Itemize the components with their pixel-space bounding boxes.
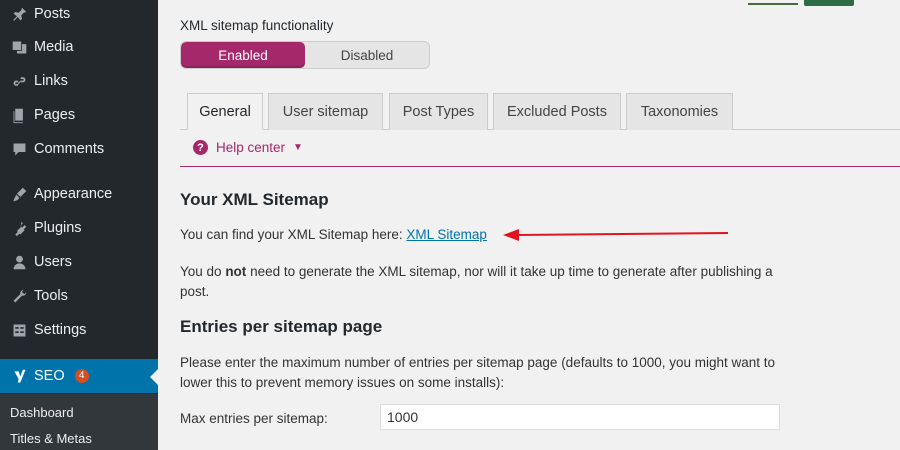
toggle-disabled-option[interactable]: Disabled: [305, 42, 429, 68]
comment-icon: [8, 141, 30, 158]
sidebar-item-label: Settings: [34, 322, 87, 338]
sidebar-item-users[interactable]: Users: [0, 247, 158, 277]
red-arrow-annotation: [503, 229, 729, 241]
sidebar-item-label: Tools: [34, 288, 68, 304]
user-icon: [8, 254, 30, 271]
tab-excluded-posts[interactable]: Excluded Posts: [493, 93, 621, 130]
active-indicator: [150, 369, 158, 385]
link-icon: [8, 73, 30, 90]
tab-general[interactable]: General: [187, 93, 263, 130]
sidebar-item-label: Posts: [34, 6, 71, 22]
sidebar-item-label: Appearance: [34, 186, 113, 202]
sidebar-item-settings[interactable]: Settings: [0, 315, 158, 345]
tab-taxonomies[interactable]: Taxonomies: [626, 93, 733, 130]
sidebar-item-label: Links: [34, 73, 68, 89]
update-count-badge: 4: [72, 367, 91, 385]
help-center-label: Help center: [216, 140, 286, 155]
sidebar-item-label: Comments: [34, 141, 105, 157]
sidebar-item-plugins[interactable]: Plugins: [0, 213, 158, 243]
plug-icon: [8, 220, 30, 237]
sidebar-item-label: Pages: [34, 107, 76, 123]
tab-user-sitemap[interactable]: User sitemap: [268, 93, 383, 130]
sidebar-item-posts[interactable]: Posts: [0, 0, 158, 28]
sitemap-functionality-label: XML sitemap functionality: [180, 18, 334, 33]
sidebar-item-tools[interactable]: Tools: [0, 281, 158, 311]
help-center-toggle[interactable]: ? Help center ▼: [193, 140, 303, 155]
caret-down-icon: ▼: [293, 142, 303, 153]
sitemap-toggle[interactable]: Enabled Disabled: [180, 41, 430, 69]
max-entries-input[interactable]: 1000: [380, 404, 780, 430]
entries-description: Please enter the maximum number of entri…: [180, 355, 776, 390]
sidebar-item-comments[interactable]: Comments: [0, 134, 158, 164]
help-icon: ?: [193, 140, 208, 155]
pages-icon: [8, 107, 30, 124]
help-divider: [180, 166, 900, 167]
sidebar-item-media[interactable]: Media: [0, 32, 158, 62]
find-text: You can find your XML Sitemap here:: [180, 227, 403, 242]
sidebar-item-seo[interactable]: SEO 4: [0, 359, 158, 393]
submenu-item-dashboard[interactable]: Dashboard: [10, 405, 74, 420]
brush-icon: [8, 186, 30, 203]
pin-icon: [8, 6, 30, 23]
wrench-icon: [8, 288, 30, 305]
sitemap-heading: Your XML Sitemap: [180, 190, 329, 209]
sidebar-item-appearance[interactable]: Appearance: [0, 179, 158, 209]
sidebar-item-label: SEO: [34, 368, 65, 384]
xml-sitemap-link[interactable]: XML Sitemap: [406, 227, 487, 242]
tab-post-types[interactable]: Post Types: [389, 93, 488, 130]
max-entries-label: Max entries per sitemap:: [180, 411, 328, 426]
sidebar-item-label: Plugins: [34, 220, 82, 236]
sitemap-location-text: You can find your XML Sitemap here: XML …: [180, 225, 487, 245]
toggle-enabled-option[interactable]: Enabled: [181, 42, 305, 68]
sidebar-item-links[interactable]: Links: [0, 66, 158, 96]
entries-heading: Entries per sitemap page: [180, 317, 383, 336]
sidebar-item-label: Media: [34, 39, 74, 55]
sidebar-item-pages[interactable]: Pages: [0, 100, 158, 130]
settings-icon: [8, 322, 30, 339]
submenu-item-titles-metas[interactable]: Titles & Metas: [10, 431, 92, 446]
yoast-icon: [8, 368, 30, 385]
admin-sidebar: Posts Media Links Pages Comments Appeara…: [0, 0, 158, 450]
sidebar-item-label: Users: [34, 254, 72, 270]
media-icon: [8, 39, 30, 56]
logo-fragment: [748, 0, 858, 6]
no-generate-text: You do not need to generate the XML site…: [180, 264, 773, 299]
